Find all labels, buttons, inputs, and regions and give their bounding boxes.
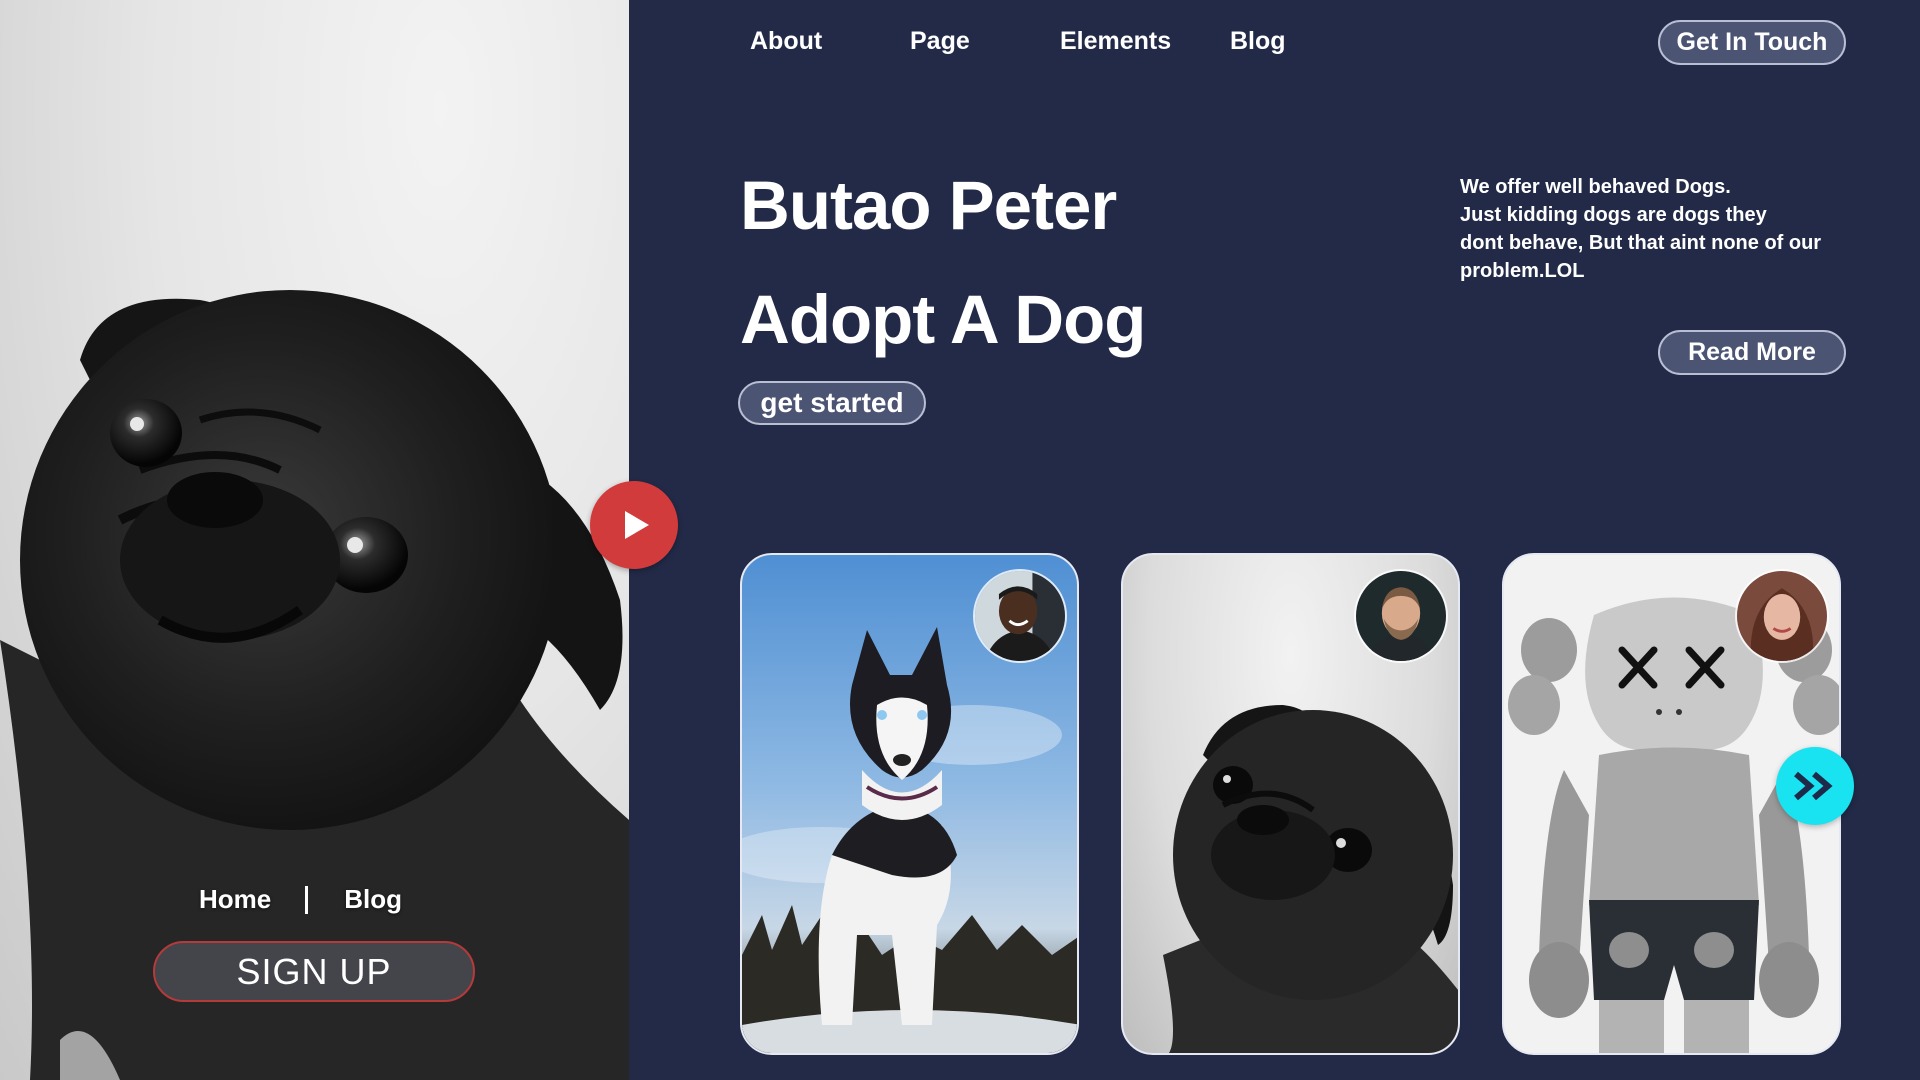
nav-blog[interactable]: Blog <box>1230 27 1286 56</box>
play-icon <box>625 511 649 539</box>
left-nav: Home Blog <box>199 884 402 915</box>
double-chevron-right-icon <box>1794 771 1833 801</box>
avatar[interactable] <box>973 569 1067 663</box>
blog-link-left[interactable]: Blog <box>344 884 402 915</box>
signup-button[interactable]: SIGN UP <box>153 941 475 1002</box>
description-line: dont behave, But that aint none of our <box>1460 232 1822 254</box>
description-line: Just kidding dogs are dogs they <box>1460 204 1767 226</box>
hero-photo-panel: Home Blog SIGN UP <box>0 0 629 1080</box>
nav-page[interactable]: Page <box>910 27 970 56</box>
pug-hero-photo <box>0 290 629 1080</box>
read-more-button[interactable]: Read More <box>1658 330 1846 375</box>
man-avatar <box>975 571 1065 661</box>
nav-divider <box>305 885 309 914</box>
nav-elements[interactable]: Elements <box>1060 27 1171 56</box>
get-started-button[interactable]: get started <box>738 381 926 425</box>
description-line: We offer well behaved Dogs. <box>1460 176 1731 198</box>
description-line: problem.LOL <box>1460 260 1585 282</box>
dog-card-pug[interactable] <box>1121 553 1460 1055</box>
play-button[interactable] <box>590 481 678 569</box>
hero-description: We offer well behaved Dogs. Just kidding… <box>1460 173 1860 285</box>
get-in-touch-button[interactable]: Get In Touch <box>1658 20 1846 65</box>
dog-card-husky[interactable] <box>740 553 1079 1055</box>
hero-title-tagline: Adopt A Dog <box>740 281 1146 358</box>
avatar[interactable] <box>1354 569 1448 663</box>
avatar[interactable] <box>1735 569 1829 663</box>
hero-title-name: Butao Peter <box>740 167 1117 244</box>
bearded-man-avatar <box>1356 571 1446 661</box>
next-button[interactable] <box>1776 747 1854 825</box>
home-link[interactable]: Home <box>199 884 271 915</box>
woman-avatar <box>1737 571 1827 661</box>
nav-about[interactable]: About <box>750 27 822 56</box>
